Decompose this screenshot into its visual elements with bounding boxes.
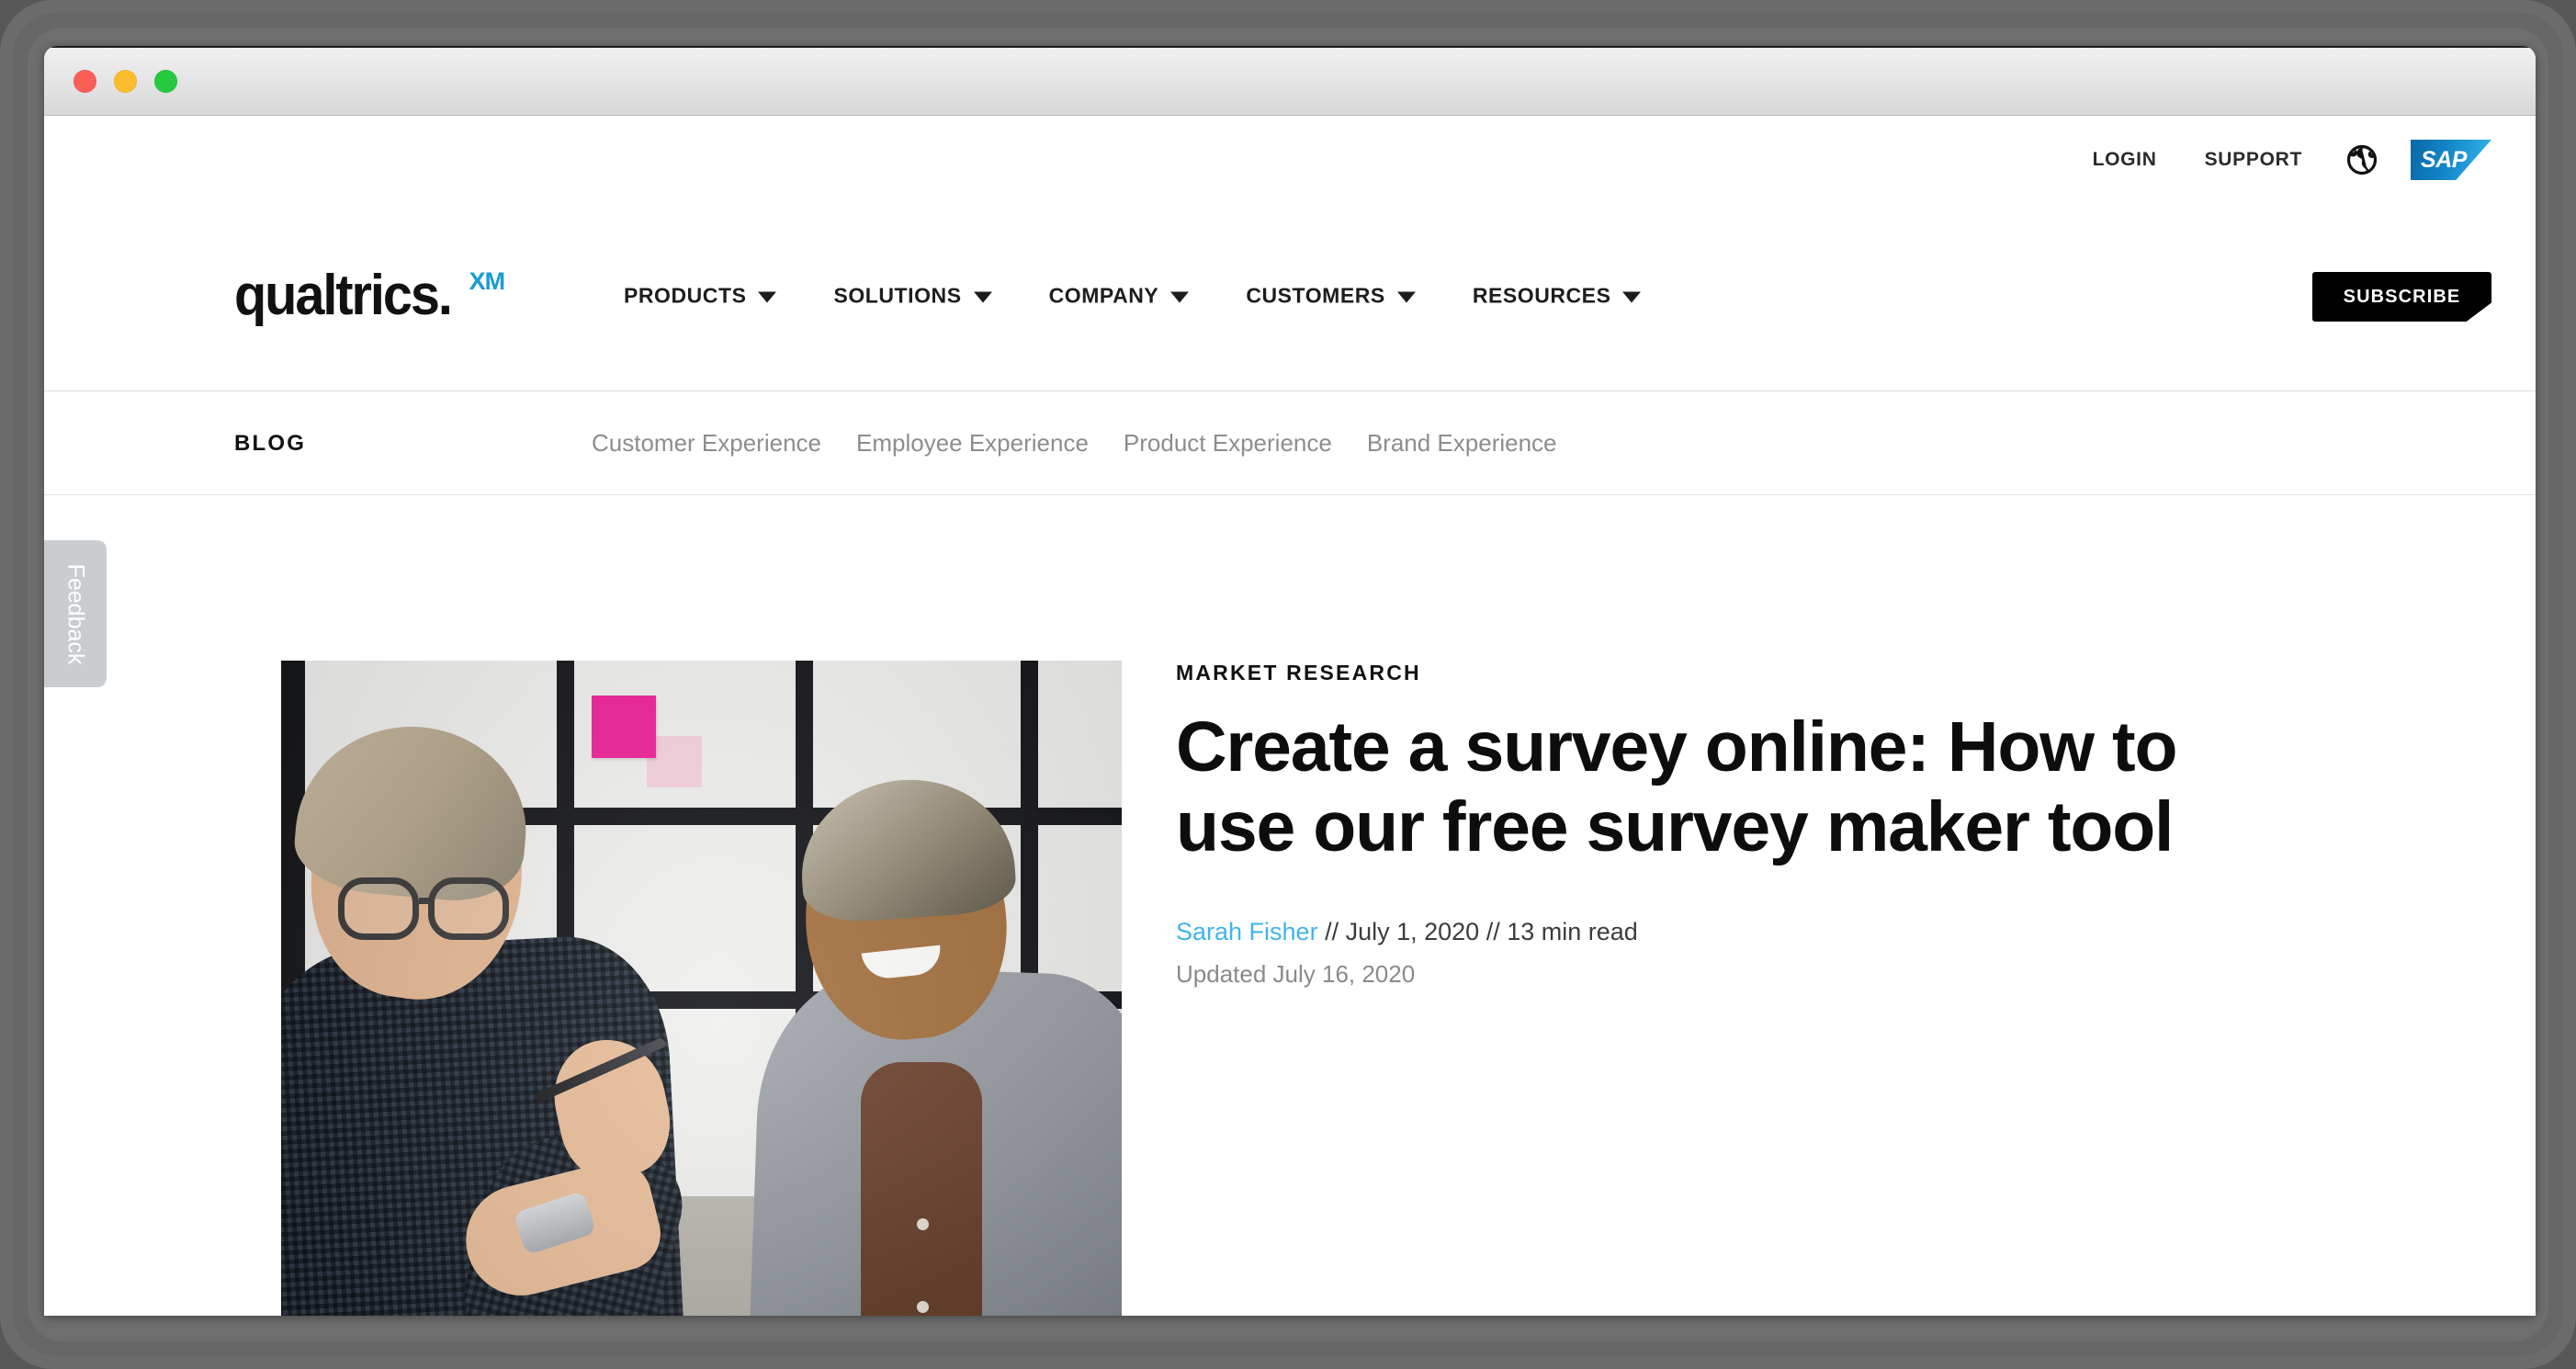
login-link[interactable]: LOGIN	[2069, 149, 2181, 171]
sticky-note-pink	[592, 696, 656, 758]
sap-logo[interactable]: SAP	[2411, 140, 2491, 180]
person-right-shirt	[861, 1061, 982, 1316]
byline-separator-1: //	[1317, 918, 1346, 945]
nav-item-products-label: PRODUCTS	[624, 283, 747, 308]
article-read-time: 13 min read	[1507, 918, 1638, 945]
nav-item-resources-label: RESOURCES	[1472, 283, 1611, 308]
shirt-button	[917, 1218, 929, 1230]
article-text-column: MARKET RESEARCH Create a survey online: …	[1176, 661, 2232, 993]
shirt-button	[917, 1301, 929, 1313]
blog-link-customer-experience[interactable]: Customer Experience	[592, 429, 821, 458]
eyeglasses-right-lens	[428, 877, 509, 940]
utility-bar: LOGIN SUPPORT SAP	[2069, 140, 2491, 180]
chevron-down-icon	[758, 291, 777, 303]
zoom-window-button[interactable]	[154, 70, 177, 93]
nav-item-solutions[interactable]: SOLUTIONS	[805, 275, 1020, 318]
qualtrics-logo[interactable]: qualtrics. XM	[234, 264, 505, 327]
page-viewport: LOGIN SUPPORT SAP qualtrics. XM PRODUCTS…	[44, 116, 2536, 1316]
primary-navigation: PRODUCTS SOLUTIONS COMPANY CUSTOMERS RES…	[595, 275, 1669, 318]
eyeglasses-left-lens	[338, 877, 419, 940]
chevron-down-icon	[1622, 291, 1642, 303]
site-header: LOGIN SUPPORT SAP qualtrics. XM PRODUCTS…	[44, 116, 2536, 391]
nav-item-company[interactable]: COMPANY	[1021, 275, 1218, 318]
chevron-down-icon	[1396, 291, 1416, 303]
chevron-down-icon	[1170, 291, 1190, 303]
nav-item-customers[interactable]: CUSTOMERS	[1217, 275, 1444, 318]
blog-section-label: BLOG	[234, 430, 307, 456]
nav-item-solutions-label: SOLUTIONS	[833, 283, 962, 308]
subscribe-button[interactable]: SUBSCRIBE	[2312, 272, 2491, 322]
minimize-window-button[interactable]	[114, 70, 137, 93]
chevron-down-icon	[973, 291, 992, 303]
eyeglasses-bridge	[419, 898, 432, 904]
support-link[interactable]: SUPPORT	[2181, 149, 2326, 171]
traffic-lights	[73, 70, 177, 93]
sap-logo-text: SAP	[2421, 146, 2467, 173]
article-author-link[interactable]: Sarah Fisher	[1176, 918, 1318, 945]
nav-item-products[interactable]: PRODUCTS	[595, 275, 805, 318]
window-title-bar	[44, 46, 2536, 116]
qualtrics-logo-wordmark: qualtrics.	[234, 264, 453, 327]
browser-window: LOGIN SUPPORT SAP qualtrics. XM PRODUCTS…	[44, 46, 2536, 1316]
article-byline: Sarah Fisher // July 1, 2020 // 13 min r…	[1176, 913, 2232, 993]
byline-separator-2: //	[1479, 918, 1508, 945]
qualtrics-logo-xm: XM	[469, 267, 505, 295]
article-title: Create a survey online: How to use our f…	[1176, 707, 2178, 866]
article-hero-image	[281, 661, 1122, 1316]
feedback-tab-label: Feedback	[62, 563, 89, 664]
language-selector[interactable]	[2326, 144, 2398, 175]
article-category-label: MARKET RESEARCH	[1176, 661, 1421, 684]
blog-link-brand-experience[interactable]: Brand Experience	[1367, 429, 1557, 458]
nav-item-customers-label: CUSTOMERS	[1246, 283, 1385, 308]
blog-category-links: Customer Experience Employee Experience …	[592, 429, 1557, 458]
blog-link-employee-experience[interactable]: Employee Experience	[856, 429, 1089, 458]
feedback-tab[interactable]: Feedback	[44, 540, 107, 687]
article-updated-date: Updated July 16, 2020	[1176, 960, 1416, 989]
globe-icon	[2346, 144, 2378, 175]
blog-subnav: BLOG Customer Experience Employee Experi…	[44, 392, 2536, 495]
blog-link-product-experience[interactable]: Product Experience	[1124, 429, 1332, 458]
article-date: July 1, 2020	[1345, 918, 1480, 945]
nav-item-resources[interactable]: RESOURCES	[1444, 275, 1670, 318]
close-window-button[interactable]	[73, 70, 96, 93]
nav-item-company-label: COMPANY	[1048, 283, 1159, 308]
article-hero: MARKET RESEARCH Create a survey online: …	[44, 495, 2536, 1316]
